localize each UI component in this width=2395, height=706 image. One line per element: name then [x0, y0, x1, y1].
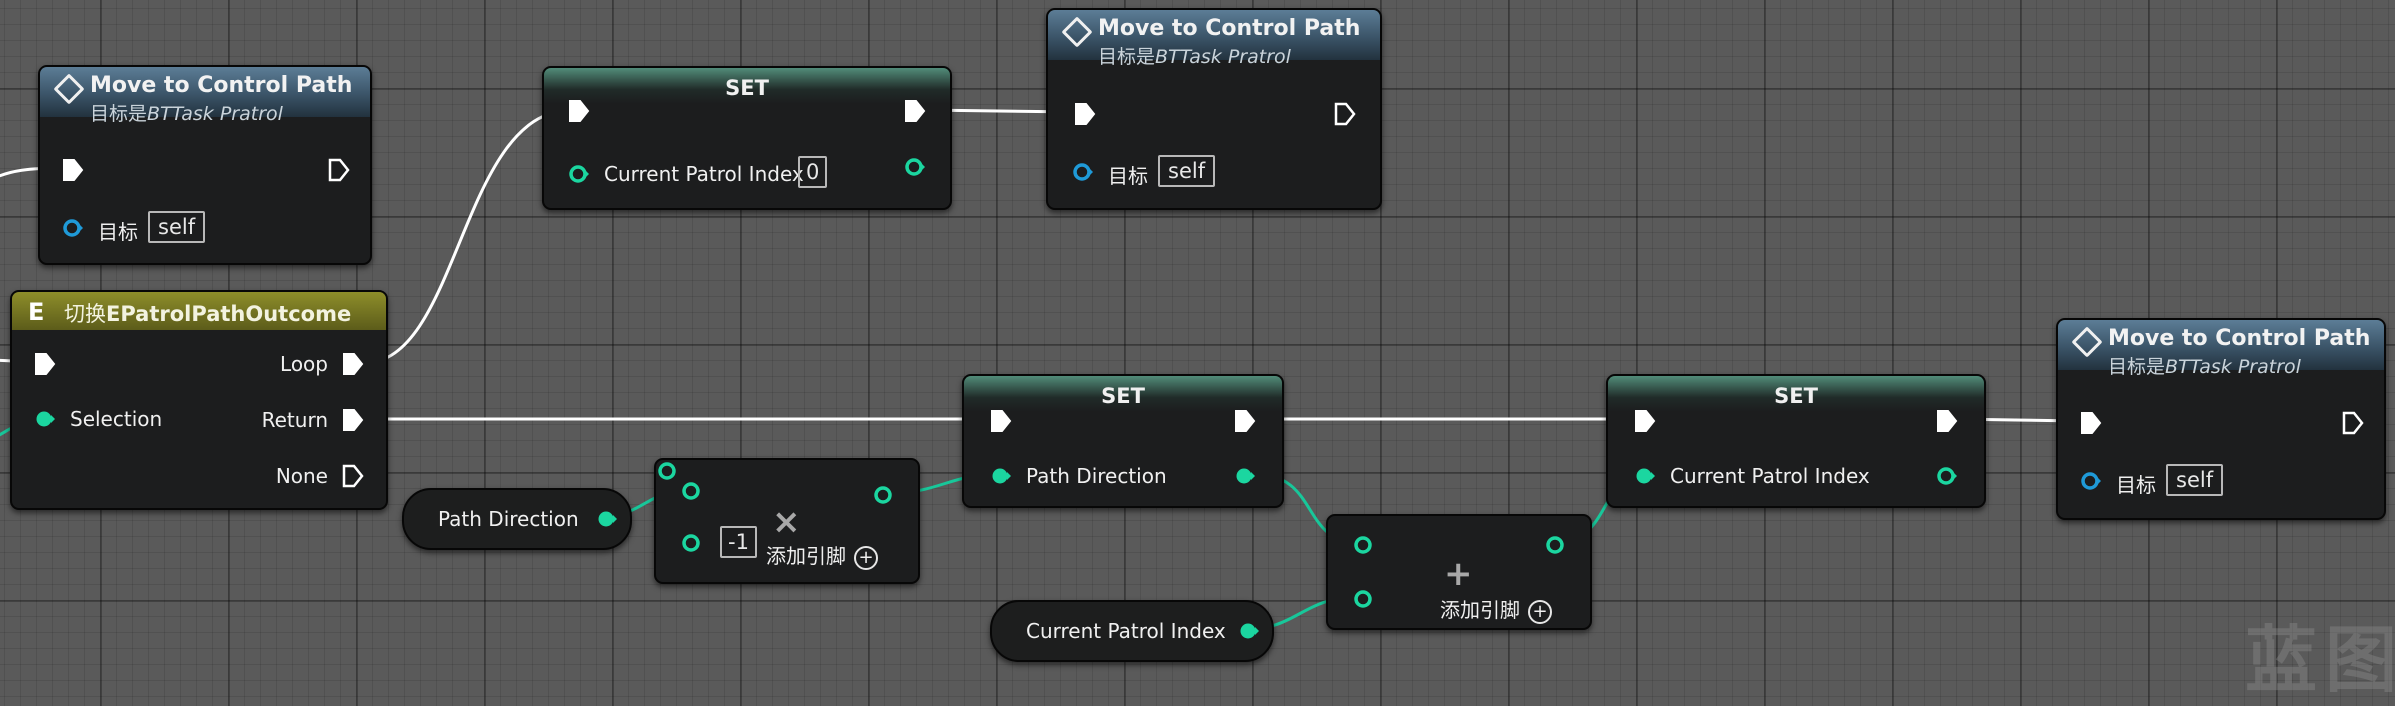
current-patrol-index-getter[interactable]: Current Patrol Index	[990, 600, 1274, 662]
exec-in-pin[interactable]	[990, 409, 1012, 433]
exec-out-pin[interactable]	[1234, 409, 1256, 433]
target-value[interactable]: self	[2166, 464, 2224, 496]
node-header: Move to Control Path 目标是BTTask Pratrol	[1048, 10, 1380, 68]
function-icon	[2071, 326, 2103, 358]
selection-label: Selection	[70, 407, 163, 431]
input-a-pin[interactable]	[1352, 534, 1374, 556]
node-subtitle: 目标是BTTask Pratrol	[1098, 46, 1291, 68]
add-pin-label: 添加引脚	[1440, 598, 1520, 622]
target-value[interactable]: self	[148, 211, 206, 243]
move-to-control-path-node-2[interactable]: Move to Control Path 目标是BTTask Pratrol 目…	[1046, 8, 1382, 210]
exec-out-pin[interactable]	[328, 158, 350, 182]
variable-label: Current Patrol Index	[1026, 619, 1226, 643]
result-output-pin[interactable]	[1544, 534, 1566, 556]
variable-label: Path Direction	[1026, 464, 1167, 488]
node-title: Move to Control Path	[90, 73, 353, 98]
add-pin-button[interactable]: 添加引脚 +	[1440, 594, 1552, 624]
output-return-label: Return	[261, 408, 328, 432]
node-subtitle: 目标是BTTask Pratrol	[2108, 356, 2301, 378]
multiply-icon: ×	[772, 502, 801, 542]
value-output-pin[interactable]	[904, 156, 926, 178]
target-object-pin[interactable]	[1072, 161, 1094, 183]
exec-out-pin[interactable]	[2342, 411, 2364, 435]
input-b-value[interactable]: -1	[720, 526, 757, 558]
target-object-pin[interactable]	[62, 217, 84, 239]
node-header: E 切换EPatrolPathOutcome	[12, 292, 386, 330]
add-pin-label: 添加引脚	[766, 544, 846, 568]
node-title: 切换EPatrolPathOutcome	[64, 302, 352, 326]
node-title: Move to Control Path	[1098, 16, 1361, 41]
input-b-pin[interactable]	[680, 532, 702, 554]
target-label: 目标	[1108, 164, 1148, 188]
set-current-patrol-index-node-1[interactable]: SET Current Patrol Index 0	[542, 66, 952, 210]
switch-enum-node[interactable]: E 切换EPatrolPathOutcome Selection Loop Re…	[10, 290, 388, 510]
target-value[interactable]: self	[1158, 155, 1216, 187]
output-return-pin[interactable]	[342, 408, 364, 432]
node-subtitle: 目标是BTTask Pratrol	[90, 103, 283, 125]
target-object-pin[interactable]	[2080, 470, 2102, 492]
variable-label: Path Direction	[438, 507, 579, 531]
exec-out-pin[interactable]	[904, 99, 926, 123]
node-title: SET	[725, 76, 769, 100]
exec-wire-loop-to-set1	[362, 108, 574, 365]
exec-in-pin[interactable]	[568, 99, 590, 123]
set-path-direction-node[interactable]: SET Path Direction	[962, 374, 1284, 508]
exec-in-pin[interactable]	[1074, 102, 1096, 126]
input-b-pin[interactable]	[1352, 588, 1374, 610]
exec-out-pin[interactable]	[1936, 409, 1958, 433]
add-pin-icon: +	[854, 545, 878, 570]
input-a-pin[interactable]	[680, 480, 702, 502]
move-to-control-path-node-3[interactable]: Move to Control Path 目标是BTTask Pratrol 目…	[2056, 318, 2386, 520]
add-pin-icon: +	[1528, 599, 1552, 624]
node-header: Move to Control Path 目标是BTTask Pratrol	[40, 67, 370, 125]
value-output-pin[interactable]	[596, 508, 618, 530]
variable-label: Current Patrol Index	[604, 162, 804, 186]
value-output-pin[interactable]	[1936, 465, 1958, 487]
exec-in-pin[interactable]	[1634, 409, 1656, 433]
node-title: SET	[1774, 384, 1818, 408]
exec-in-pin[interactable]	[2080, 411, 2102, 435]
node-title: Move to Control Path	[2108, 326, 2371, 351]
node-title: SET	[1101, 384, 1145, 408]
exec-in-pin[interactable]	[34, 352, 56, 376]
multiply-node[interactable]: -1 × 添加引脚 +	[654, 458, 920, 584]
value-output-pin[interactable]	[1238, 620, 1260, 642]
watermark: 蓝图	[2244, 618, 2395, 702]
add-node[interactable]: + 添加引脚 +	[1326, 514, 1592, 630]
path-direction-getter[interactable]: Path Direction	[402, 488, 632, 550]
exec-in-pin[interactable]	[62, 158, 84, 182]
variable-label: Current Patrol Index	[1670, 464, 1870, 488]
exec-out-pin[interactable]	[1334, 102, 1356, 126]
node-header: Move to Control Path 目标是BTTask Pratrol	[2058, 320, 2384, 378]
add-icon: +	[1444, 554, 1473, 594]
target-label: 目标	[2116, 473, 2156, 497]
output-loop-pin[interactable]	[342, 352, 364, 376]
output-none-label: None	[275, 464, 328, 488]
value-input-pin[interactable]	[990, 465, 1012, 487]
node-header: SET	[1608, 376, 1984, 412]
switch-enum-icon: E	[28, 298, 45, 326]
node-header: SET	[964, 376, 1282, 412]
input-b-pin[interactable]	[656, 460, 678, 482]
value-input-pin[interactable]	[1634, 465, 1656, 487]
move-to-control-path-node-1[interactable]: Move to Control Path 目标是BTTask Pratrol 目…	[38, 65, 372, 265]
output-none-pin[interactable]	[342, 464, 364, 488]
target-label: 目标	[98, 220, 138, 244]
value-output-pin[interactable]	[1234, 465, 1256, 487]
result-output-pin[interactable]	[872, 484, 894, 506]
function-icon	[53, 73, 85, 105]
output-loop-label: Loop	[280, 352, 328, 376]
add-pin-button[interactable]: 添加引脚 +	[766, 540, 878, 570]
value-input-pin[interactable]	[568, 163, 590, 185]
selection-pin[interactable]	[34, 408, 56, 430]
set-current-patrol-index-node-2[interactable]: SET Current Patrol Index	[1606, 374, 1986, 508]
node-header: SET	[544, 68, 950, 104]
function-icon	[1061, 16, 1093, 48]
value-input[interactable]: 0	[798, 156, 828, 188]
